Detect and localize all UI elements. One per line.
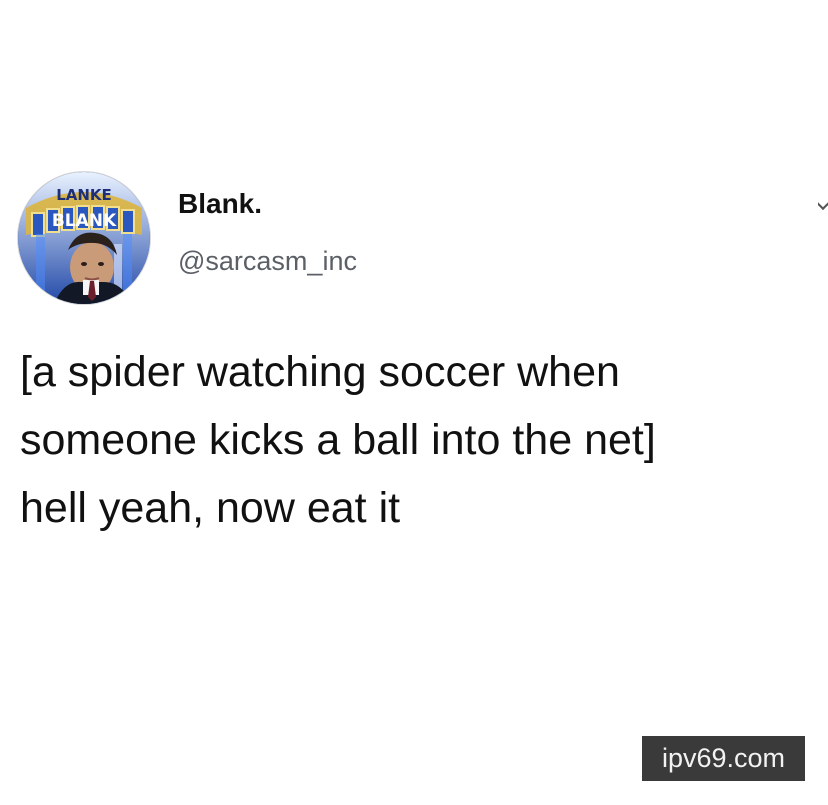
user-handle[interactable]: @sarcasm_inc	[178, 248, 357, 275]
chevron-down-icon[interactable]	[818, 197, 828, 211]
avatar-image: LANKE BLANK	[18, 172, 150, 304]
watermark: ipv69.com	[642, 736, 805, 781]
tweet-text: [a spider watching soccer when someone k…	[20, 348, 656, 532]
avatar-bottom-text: BLANK	[52, 211, 117, 231]
user-display-name[interactable]: Blank.	[178, 190, 262, 218]
tweet-card: LANKE BLANK Blank. @sarcasm_inc [a spide…	[0, 0, 828, 805]
avatar[interactable]: LANKE BLANK	[18, 172, 150, 304]
avatar-top-text: LANKE	[56, 186, 112, 204]
